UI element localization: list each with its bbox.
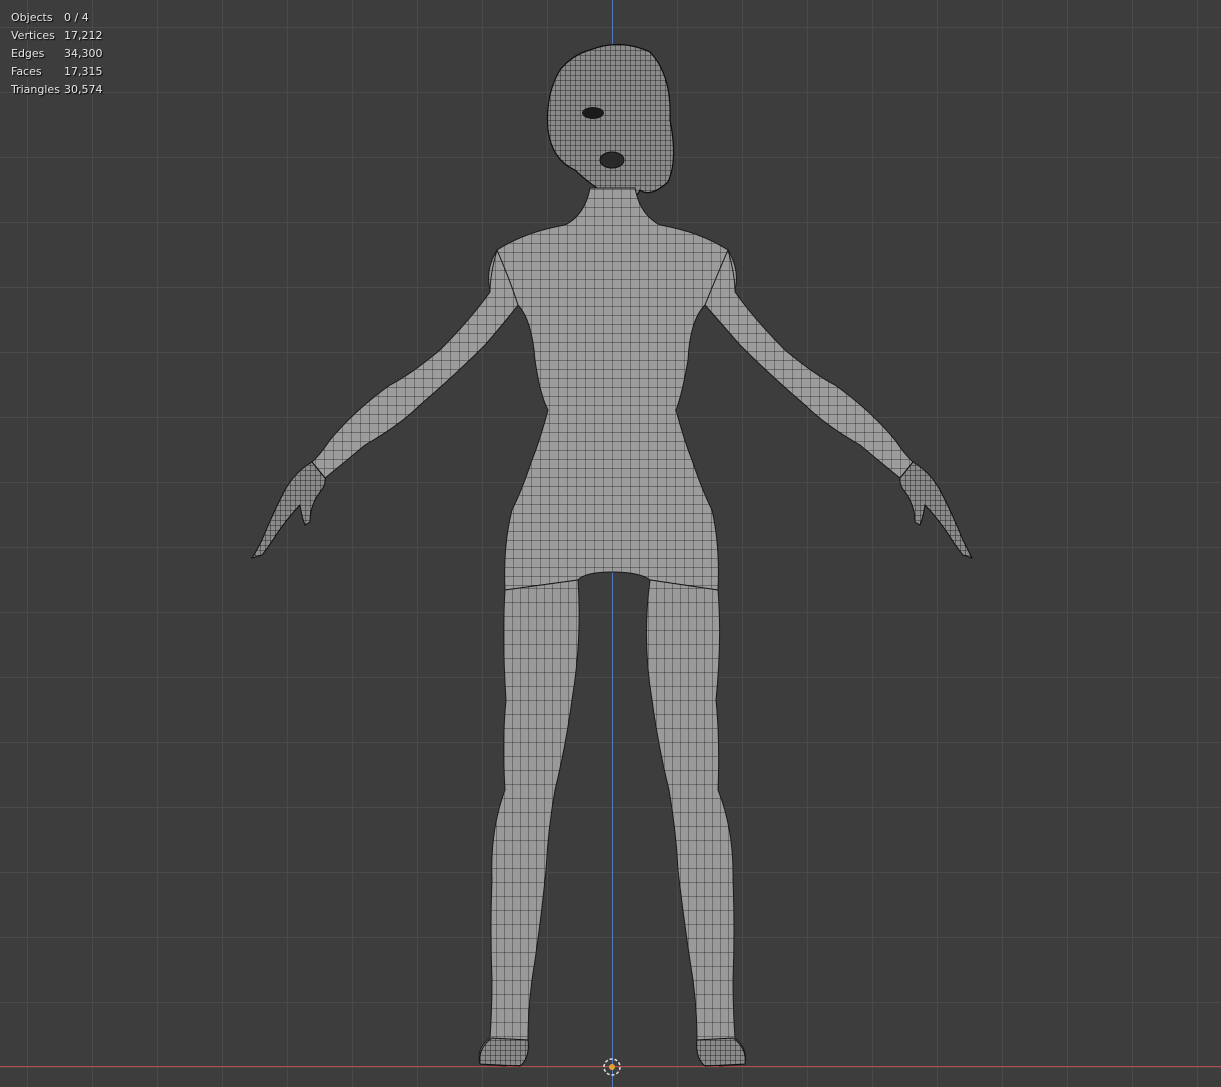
left-arm-mesh [250,248,519,559]
3d-viewport[interactable]: Objects 0 / 4 Vertices 17,212 Edges 34,3… [0,0,1221,1087]
body-mesh [488,187,737,591]
origin-marker-icon[interactable] [603,1058,621,1076]
right-arm-mesh [704,248,973,559]
right-leg-mesh [645,579,746,1067]
wireframe-mesh-figure[interactable] [0,0,1221,1087]
left-leg-mesh [478,579,580,1067]
head-mesh [546,43,675,198]
